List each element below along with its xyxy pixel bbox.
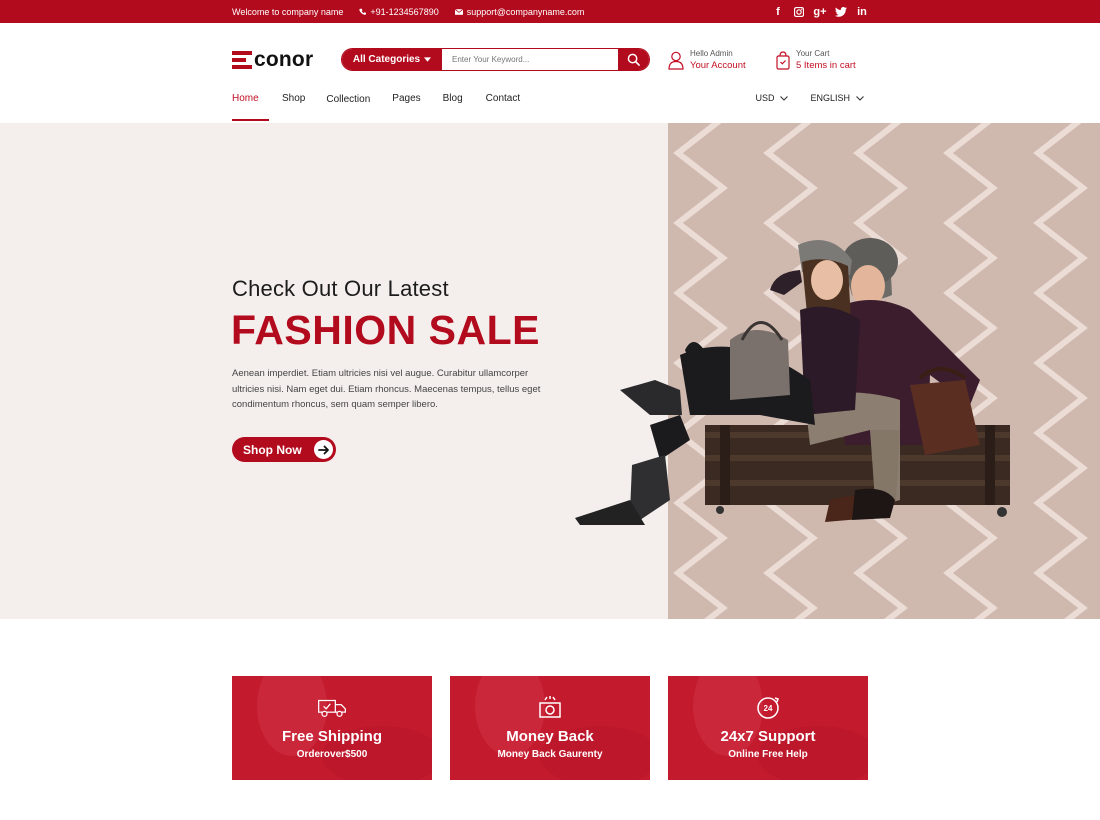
social-links: f g+ in	[772, 0, 868, 23]
google-plus-icon[interactable]: g+	[813, 6, 826, 18]
chevron-stripe	[1033, 123, 1088, 619]
phone-number: +91-1234567890	[370, 6, 439, 17]
feature-title: 24x7 Support	[720, 728, 816, 745]
phone-icon	[359, 8, 367, 15]
account-label: Your Account	[690, 60, 746, 71]
category-dropdown[interactable]: All Categories	[342, 49, 442, 70]
svg-text:24: 24	[764, 704, 773, 713]
feature-title: Money Back	[506, 728, 594, 745]
facebook-icon[interactable]: f	[772, 6, 784, 18]
category-label: All Categories	[352, 54, 421, 65]
caret-down-icon	[424, 57, 432, 62]
welcome-text: Welcome to company name	[232, 6, 344, 17]
nav-item-pages[interactable]: Pages	[392, 93, 420, 121]
envelope-icon	[454, 8, 463, 15]
hero-fashion-image	[575, 238, 1010, 525]
logo[interactable]: conor	[232, 48, 313, 72]
shopping-bag-icon	[776, 50, 790, 70]
top-bar-contact: Welcome to company name +91-1234567890 s…	[232, 0, 584, 23]
account-link[interactable]: Hello Admin Your Account	[668, 48, 746, 72]
twitter-icon[interactable]	[835, 6, 847, 18]
feature-card-free-shipping[interactable]: Free Shipping Orderover$500	[232, 676, 432, 780]
email-address: support@companyname.com	[466, 6, 585, 17]
chevron-down-icon	[780, 95, 789, 101]
support-24-icon: 24	[753, 696, 783, 720]
cart-title: Your Cart	[796, 49, 830, 58]
user-icon	[668, 51, 684, 70]
hero-description: Aenean imperdiet. Etiam ultricies nisi v…	[232, 368, 541, 410]
cart-count: 5 Items in cart	[796, 60, 856, 71]
currency-dropdown[interactable]: USD	[755, 93, 789, 103]
feature-subtitle: Online Free Help	[728, 749, 808, 760]
search-icon	[627, 53, 640, 66]
nav-settings: USD ENGLISH	[755, 93, 864, 103]
logo-mark-icon	[232, 50, 252, 70]
feature-subtitle: Money Back Gaurenty	[497, 749, 603, 760]
top-bar: Welcome to company name +91-1234567890 s…	[0, 0, 1100, 23]
language-dropdown[interactable]: ENGLISH	[810, 93, 864, 103]
language-value: ENGLISH	[810, 93, 850, 103]
search-button[interactable]	[618, 49, 649, 70]
account-greeting: Hello Admin	[690, 49, 733, 58]
truck-icon	[317, 696, 347, 720]
linkedin-icon[interactable]: in	[856, 6, 868, 18]
feature-card-support[interactable]: 24 24x7 Support Online Free Help	[668, 676, 868, 780]
search-bar: All Categories	[341, 48, 650, 71]
nav-item-collection[interactable]: Collection	[326, 93, 370, 121]
nav-item-contact[interactable]: Contact	[486, 93, 520, 121]
main-nav: Home Shop Collection Pages Blog Contact	[232, 93, 520, 121]
feature-card-money-back[interactable]: Money Back Money Back Gaurenty	[450, 676, 650, 780]
hero-title: FASHION SALE	[231, 307, 540, 353]
nav-item-home[interactable]: Home	[232, 93, 269, 121]
instagram-icon[interactable]	[793, 6, 805, 18]
email-link[interactable]: support@companyname.com	[454, 6, 585, 17]
logo-text: conor	[254, 48, 314, 71]
phone-link[interactable]: +91-1234567890	[359, 6, 439, 17]
search-input[interactable]	[442, 49, 618, 70]
money-icon	[535, 696, 565, 720]
chevron-down-icon	[856, 95, 864, 101]
nav-item-blog[interactable]: Blog	[443, 93, 463, 121]
currency-value: USD	[755, 93, 775, 103]
shop-now-button[interactable]: Shop Now	[232, 437, 336, 462]
hero-subtitle: Check Out Our Latest	[232, 276, 449, 301]
shop-now-label: Shop Now	[243, 442, 302, 457]
cart-link[interactable]: Your Cart 5 Items in cart	[776, 48, 856, 72]
arrow-right-icon	[314, 440, 333, 459]
feature-subtitle: Orderover$500	[296, 749, 368, 760]
features-row: Free Shipping Orderover$500 Money Back M…	[232, 676, 868, 780]
nav-item-shop[interactable]: Shop	[282, 93, 305, 121]
feature-title: Free Shipping	[281, 728, 382, 745]
